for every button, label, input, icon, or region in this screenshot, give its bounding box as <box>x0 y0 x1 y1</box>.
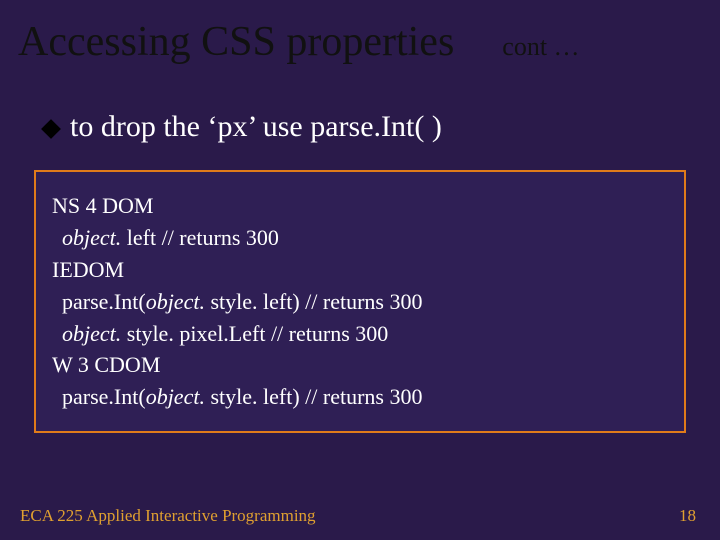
code-line-3: IEDOM <box>52 254 668 286</box>
code-line-6: W 3 CDOM <box>52 349 668 381</box>
code-object-2: object. <box>62 225 121 250</box>
code-line-7: parse.Int(object. style. left) // return… <box>52 381 668 413</box>
code-pre-4: parse.Int( <box>62 289 146 314</box>
slide-title: Accessing CSS properties <box>18 18 454 66</box>
code-post-7: style. left) // returns 300 <box>205 384 423 409</box>
code-object-7: object. <box>146 384 205 409</box>
footer-page-number: 18 <box>679 506 696 526</box>
bullet-text: to drop the ‘px’ use parse.Int( ) <box>70 110 442 144</box>
bullet-row: to drop the ‘px’ use parse.Int( ) <box>0 66 720 144</box>
code-rest-2: left // returns 300 <box>121 225 279 250</box>
slide-cont-label: cont … <box>502 32 579 62</box>
code-object-5: object. <box>62 321 121 346</box>
code-line-1: NS 4 DOM <box>52 190 668 222</box>
code-line-5: object. style. pixel.Left // returns 300 <box>52 318 668 350</box>
code-object-4: object. <box>146 289 205 314</box>
title-row: Accessing CSS properties cont … <box>0 0 720 66</box>
code-line-2: object. left // returns 300 <box>52 222 668 254</box>
footer: ECA 225 Applied Interactive Programming … <box>20 506 696 526</box>
code-box: NS 4 DOM object. left // returns 300 IED… <box>34 170 686 433</box>
code-pre-7: parse.Int( <box>62 384 146 409</box>
slide: Accessing CSS properties cont … to drop … <box>0 0 720 540</box>
diamond-bullet-icon <box>41 119 61 139</box>
code-post-4: style. left) // returns 300 <box>205 289 423 314</box>
footer-course: ECA 225 Applied Interactive Programming <box>20 506 316 526</box>
code-rest-5: style. pixel.Left // returns 300 <box>121 321 388 346</box>
code-line-4: parse.Int(object. style. left) // return… <box>52 286 668 318</box>
